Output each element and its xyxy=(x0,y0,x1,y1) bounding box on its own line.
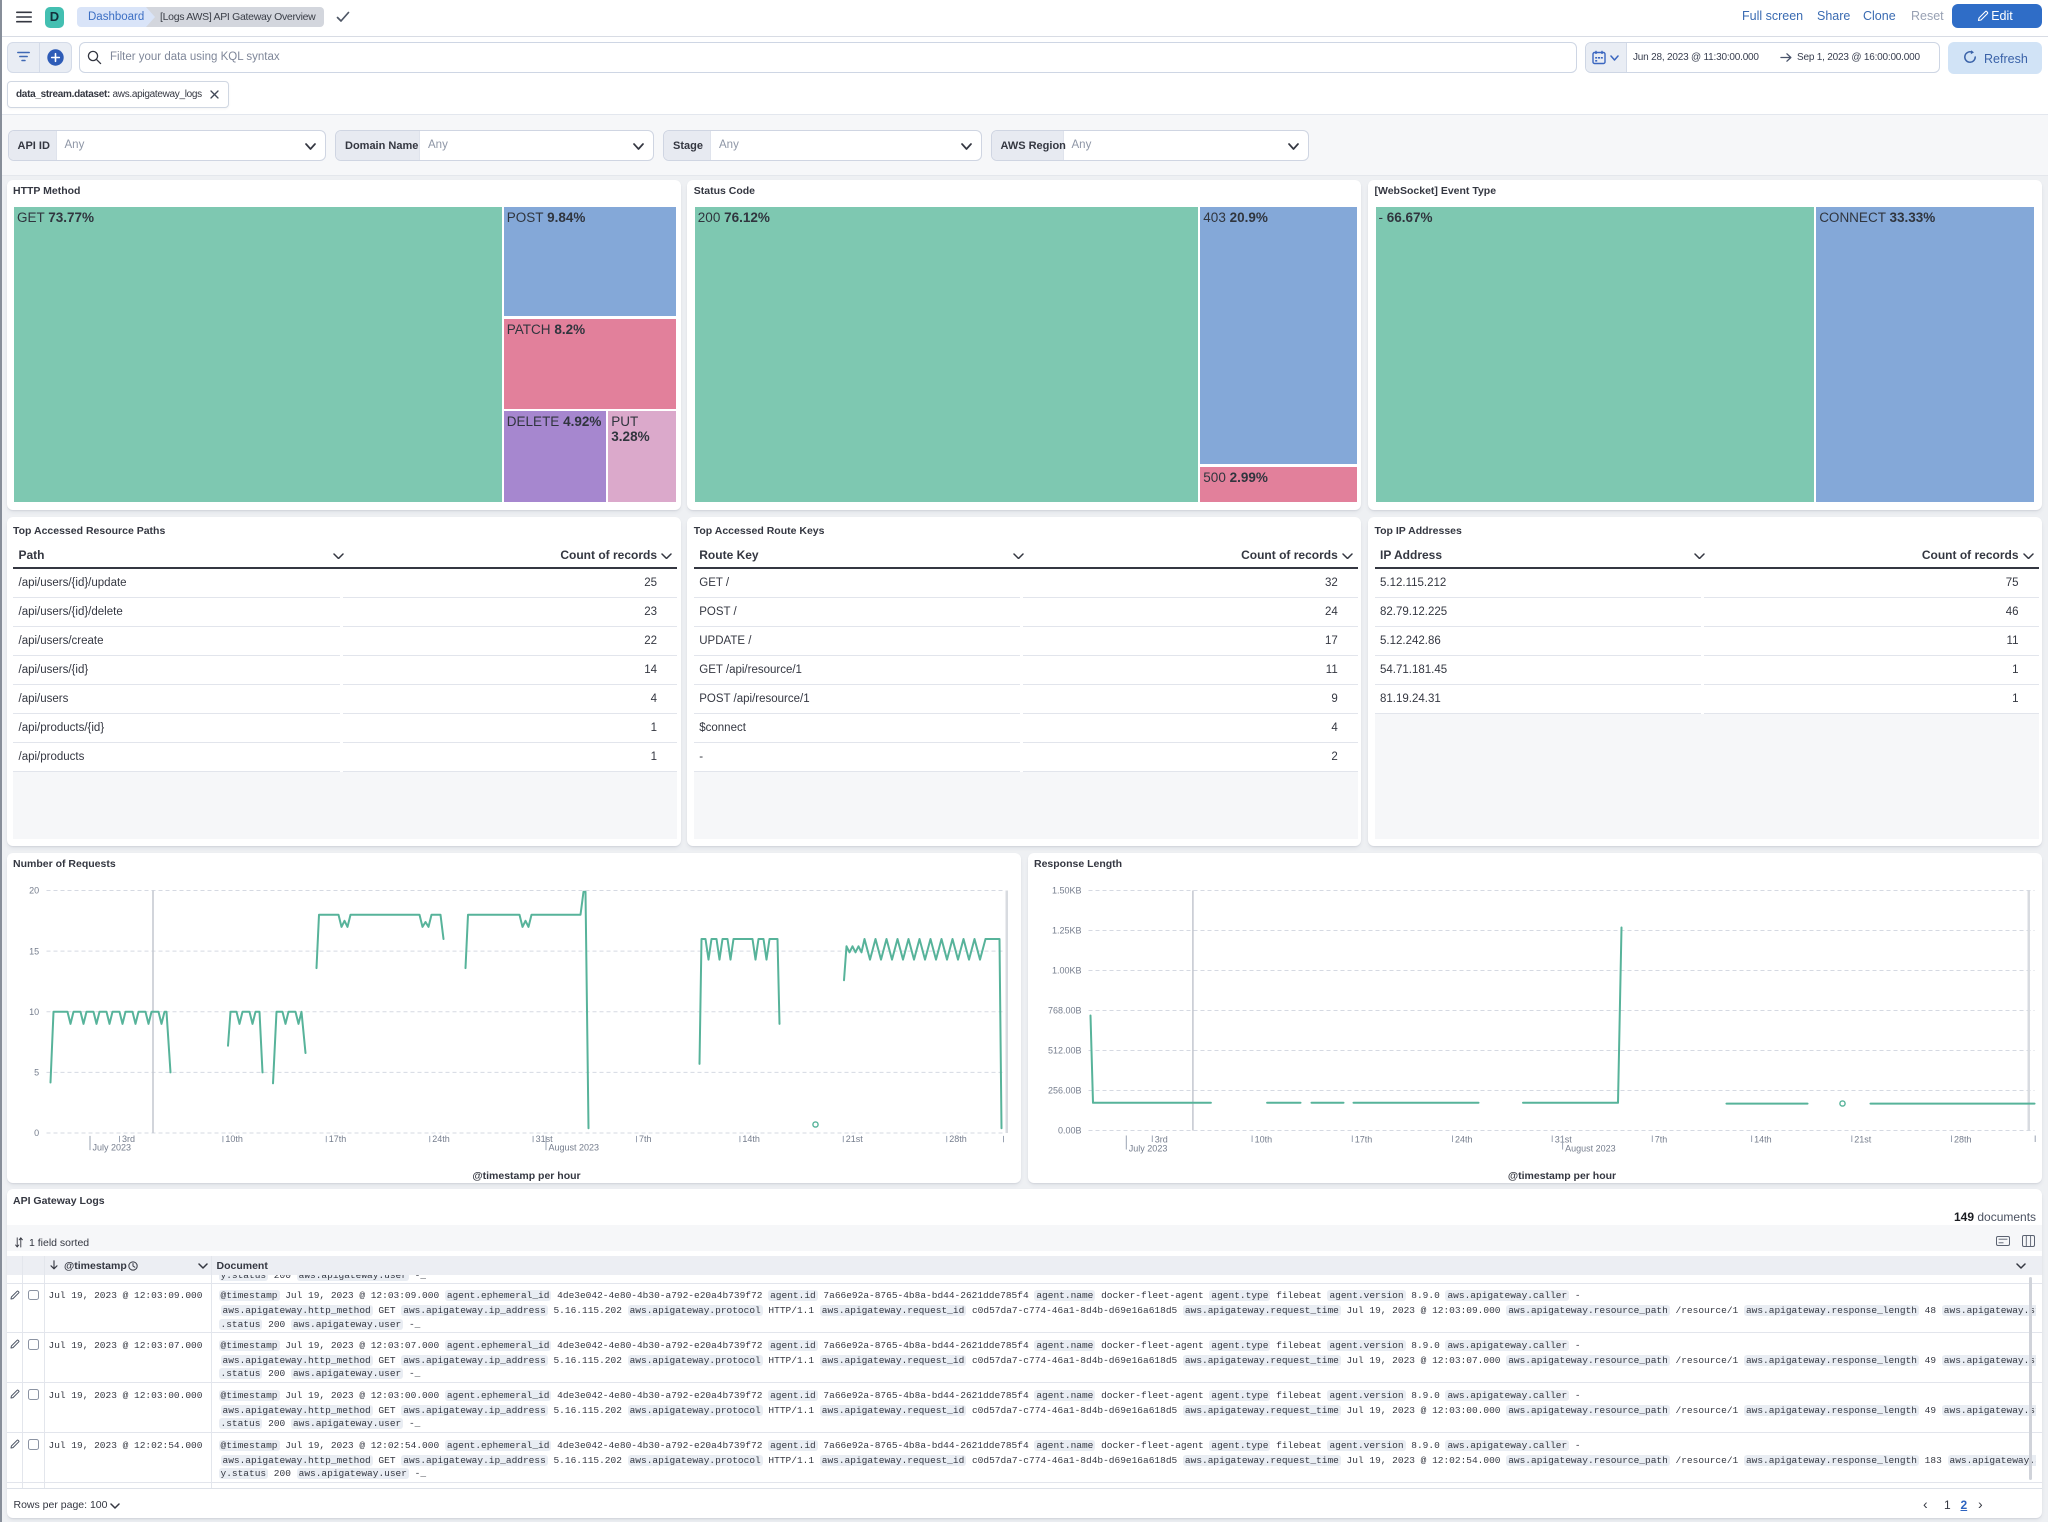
svg-text:@timestamp per hour: @timestamp per hour xyxy=(1507,1170,1615,1182)
svg-text:21st: 21st xyxy=(845,1134,863,1144)
svg-text:17th: 17th xyxy=(1354,1134,1372,1144)
svg-text:24th: 24th xyxy=(1455,1134,1473,1144)
svg-text:28th: 28th xyxy=(1954,1134,1972,1144)
svg-text:July 2023: July 2023 xyxy=(1128,1143,1167,1153)
svg-text:768.00B: 768.00B xyxy=(1047,1005,1081,1015)
svg-text:20: 20 xyxy=(29,885,39,895)
svg-text:1.50KB: 1.50KB xyxy=(1051,885,1081,895)
svg-text:17th: 17th xyxy=(328,1134,346,1144)
svg-text:@timestamp per hour: @timestamp per hour xyxy=(472,1170,580,1182)
svg-text:10: 10 xyxy=(29,1006,39,1016)
svg-text:512.00B: 512.00B xyxy=(1047,1045,1081,1055)
svg-text:7th: 7th xyxy=(1654,1134,1667,1144)
svg-text:0: 0 xyxy=(34,1128,39,1138)
svg-text:1.25KB: 1.25KB xyxy=(1051,925,1081,935)
svg-text:28th: 28th xyxy=(949,1134,967,1144)
svg-text:5: 5 xyxy=(34,1067,39,1077)
svg-text:14th: 14th xyxy=(1754,1134,1772,1144)
svg-text:15: 15 xyxy=(29,946,39,956)
svg-text:August 2023: August 2023 xyxy=(1565,1143,1616,1153)
svg-text:24th: 24th xyxy=(432,1134,450,1144)
svg-text:10th: 10th xyxy=(1254,1134,1272,1144)
svg-text:7th: 7th xyxy=(639,1134,652,1144)
svg-text:14th: 14th xyxy=(742,1134,760,1144)
svg-text:10th: 10th xyxy=(225,1134,243,1144)
svg-text:21st: 21st xyxy=(1854,1134,1872,1144)
svg-text:July 2023: July 2023 xyxy=(92,1142,131,1152)
svg-text:August 2023: August 2023 xyxy=(548,1142,599,1152)
svg-text:1.00KB: 1.00KB xyxy=(1051,965,1081,975)
svg-text:256.00B: 256.00B xyxy=(1047,1085,1081,1095)
svg-text:0.00B: 0.00B xyxy=(1057,1125,1081,1135)
